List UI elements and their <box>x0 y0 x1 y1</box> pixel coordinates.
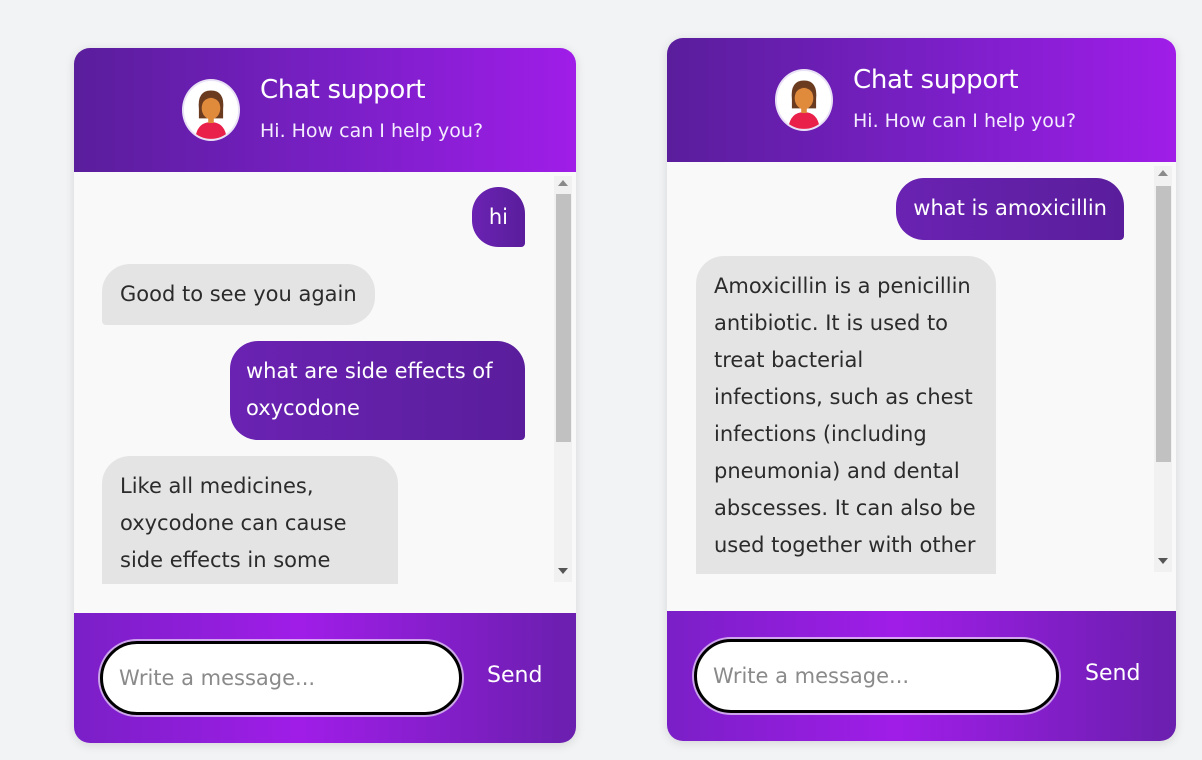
send-button[interactable]: Send <box>1085 661 1140 686</box>
message-scrollbar[interactable] <box>554 176 572 582</box>
chat-widget-1: Chat support Hi. How can I help you? hi … <box>74 48 576 743</box>
chat-footer: Send <box>74 613 576 743</box>
user-message: what is amoxicillin <box>896 178 1124 240</box>
user-message: hi <box>471 187 525 247</box>
chat-header: Chat support Hi. How can I help you? <box>74 48 576 172</box>
scroll-up-arrow-icon[interactable] <box>1158 170 1168 176</box>
bot-message: Like all medicines, oxycodone can cause … <box>102 456 398 584</box>
scroll-down-arrow-icon[interactable] <box>1158 558 1168 564</box>
agent-avatar <box>182 79 240 141</box>
chat-subtitle: Hi. How can I help you? <box>260 120 484 142</box>
message-list[interactable]: hi Good to see you again what are side e… <box>74 172 576 584</box>
bot-message: Amoxicillin is a penicillin antibiotic. … <box>696 256 996 574</box>
user-message: what are side effects of oxycodone <box>230 341 525 440</box>
agent-avatar <box>775 69 833 131</box>
chat-title: Chat support <box>260 75 426 105</box>
chat-title: Chat support <box>853 65 1019 95</box>
scroll-thumb[interactable] <box>556 194 571 442</box>
message-scrollbar[interactable] <box>1154 166 1172 572</box>
bot-message: Good to see you again <box>102 264 375 325</box>
scroll-thumb[interactable] <box>1156 186 1171 462</box>
message-input[interactable] <box>103 644 459 712</box>
message-input-box[interactable] <box>694 639 1059 713</box>
chat-footer: Send <box>667 611 1176 741</box>
chat-header: Chat support Hi. How can I help you? <box>667 38 1176 162</box>
message-input-box[interactable] <box>100 641 462 715</box>
message-input[interactable] <box>697 642 1056 710</box>
scroll-down-arrow-icon[interactable] <box>558 568 568 574</box>
message-list[interactable]: what is amoxicillin Amoxicillin is a pen… <box>667 162 1176 574</box>
chat-widget-2: Chat support Hi. How can I help you? wha… <box>667 38 1176 741</box>
avatar-icon <box>777 72 831 129</box>
scroll-up-arrow-icon[interactable] <box>558 180 568 186</box>
send-button[interactable]: Send <box>487 663 542 688</box>
avatar-icon <box>184 82 238 139</box>
chat-subtitle: Hi. How can I help you? <box>853 110 1077 132</box>
